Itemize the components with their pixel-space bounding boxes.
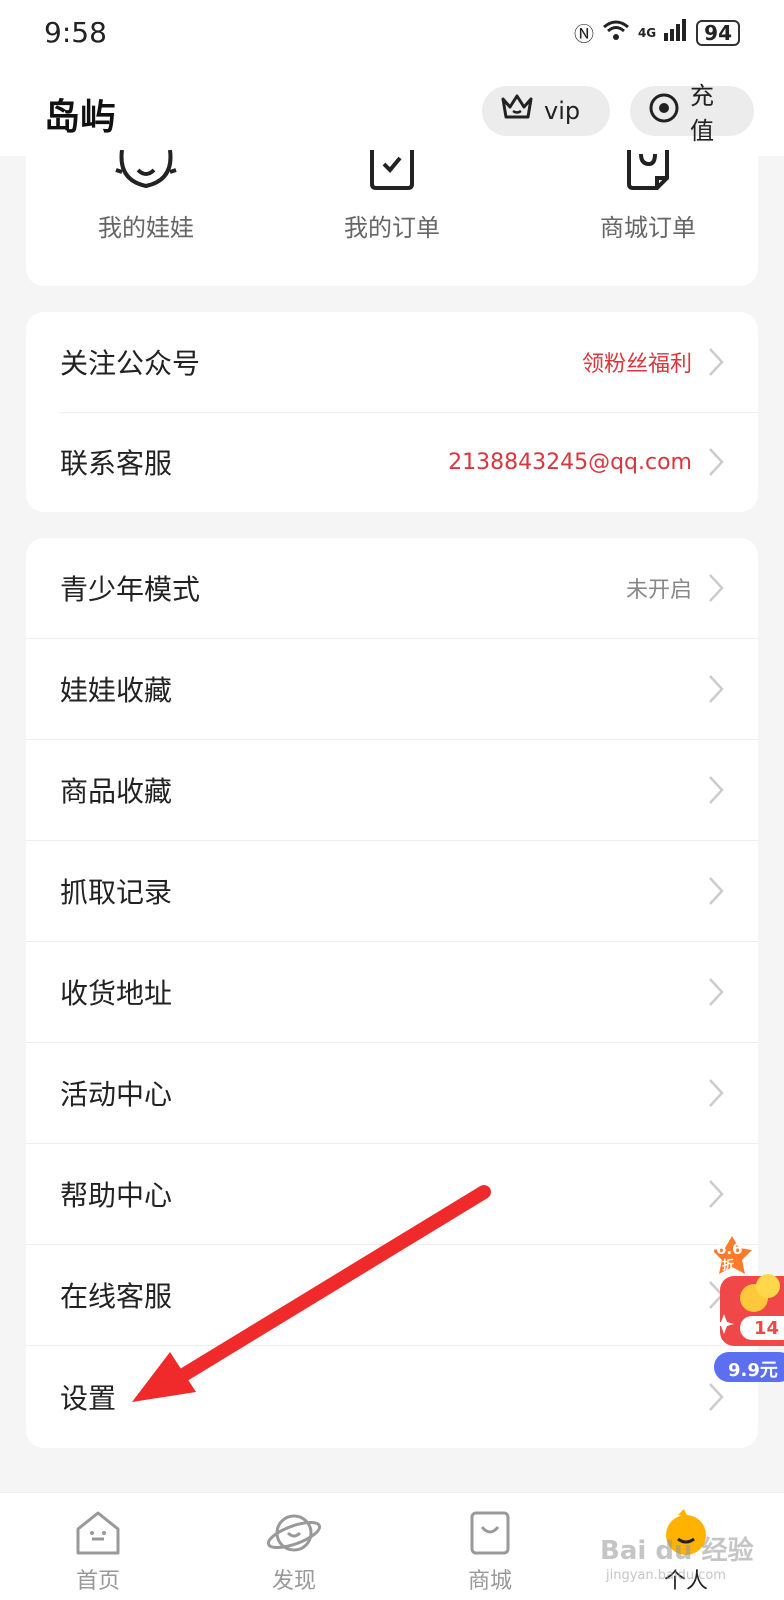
row-label: 收货地址 <box>60 977 173 1010</box>
promo-price: 9.9元 <box>728 1360 778 1381</box>
row-label: 活动中心 <box>60 1078 173 1111</box>
chevron-right-icon <box>709 574 724 602</box>
chevron-right-icon <box>709 978 724 1006</box>
crown-icon <box>500 93 534 129</box>
tab-label: 首页 <box>75 1569 120 1594</box>
contact-support-row[interactable]: 联系客服 2138843245@qq.com <box>26 412 758 512</box>
menu-item-help-center[interactable]: 帮助中心 <box>26 1144 758 1245</box>
chevron-right-icon <box>709 348 724 376</box>
quick-link-mall-orders[interactable]: 商城订单 <box>568 150 728 243</box>
chevron-right-icon <box>709 1079 724 1107</box>
recharge-label: 充值 <box>690 82 714 145</box>
row-label: 娃娃收藏 <box>60 674 173 707</box>
planet-icon <box>266 1514 322 1552</box>
status-time: 9:58 <box>44 16 107 49</box>
status-icons: Ⓝ 4G 94 <box>574 18 740 47</box>
page-title: 岛屿 <box>44 97 117 138</box>
menu-item-grab-records[interactable]: 抓取记录 <box>26 841 758 942</box>
follow-official-account-row[interactable]: 关注公众号 领粉丝福利 <box>26 312 758 412</box>
row-label: 抓取记录 <box>60 876 173 909</box>
nfc-icon: Ⓝ <box>573 22 594 46</box>
quick-links-card: 我的娃娃 我的订单 商城订单 <box>26 150 758 286</box>
quick-link-my-dolls[interactable]: 我的娃娃 <box>66 150 226 243</box>
row-label: 青少年模式 <box>60 573 201 606</box>
wifi-icon <box>602 19 630 46</box>
menu-list-card: 青少年模式 未开启 娃娃收藏 商品收藏 抓取记录 收货地址 活动中心 帮助中心 … <box>26 538 758 1448</box>
menu-item-doll-favorites[interactable]: 娃娃收藏 <box>26 639 758 740</box>
chevron-right-icon <box>709 776 724 804</box>
signal-icon <box>664 19 688 46</box>
row-label: 设置 <box>60 1381 117 1415</box>
coin-icon <box>648 92 680 130</box>
row-label: 在线客服 <box>60 1280 173 1313</box>
chevron-right-icon <box>709 877 724 905</box>
quick-link-my-orders[interactable]: 我的订单 <box>312 150 472 243</box>
shop-icon <box>470 1511 510 1555</box>
row-value: 2138843245@qq.com <box>448 449 692 475</box>
order-icon <box>370 150 414 190</box>
quick-link-label: 我的娃娃 <box>98 214 194 242</box>
tab-discover[interactable]: 发现 <box>196 1493 392 1600</box>
status-bar: 9:58 Ⓝ 4G 94 <box>0 0 784 70</box>
tab-home[interactable]: 首页 <box>0 1493 196 1600</box>
menu-item-teen-mode[interactable]: 青少年模式 未开启 <box>26 538 758 639</box>
row-value: 领粉丝福利 <box>581 352 692 377</box>
row-label: 联系客服 <box>60 447 173 480</box>
battery-indicator: 94 <box>696 19 740 46</box>
menu-item-online-support[interactable]: 在线客服 <box>26 1245 758 1346</box>
row-value: 未开启 <box>625 578 692 603</box>
watermark: Bai du 经验 <box>600 1536 754 1566</box>
menu-item-settings[interactable]: 设置 <box>26 1346 758 1447</box>
menu-item-activity-center[interactable]: 活动中心 <box>26 1043 758 1144</box>
menu-item-product-favorites[interactable]: 商品收藏 <box>26 740 758 841</box>
quick-link-label: 我的订单 <box>344 214 440 242</box>
doll-icon <box>115 150 177 189</box>
vip-label: vip <box>544 97 581 125</box>
contact-card: 关注公众号 领粉丝福利 联系客服 2138843245@qq.com <box>26 312 758 512</box>
row-label: 关注公众号 <box>60 347 201 380</box>
app-header: 岛屿 vip 充值 <box>0 70 784 156</box>
watermark-url: jingyan.baidu.com <box>606 1568 726 1583</box>
chevron-right-icon <box>709 448 724 476</box>
network-label: 4G <box>637 25 657 40</box>
chevron-right-icon <box>709 675 724 703</box>
tab-label: 发现 <box>271 1569 316 1594</box>
row-label: 商品收藏 <box>60 775 173 808</box>
promo-discount-unit: 折 <box>722 1258 735 1272</box>
promo-count: 14 <box>754 1318 780 1339</box>
chevron-right-icon <box>709 1180 724 1208</box>
home-icon <box>76 1511 120 1555</box>
floating-promo-badge[interactable]: 6.6 折 14 9.9元 <box>712 1236 784 1392</box>
mall-order-icon <box>627 150 669 190</box>
menu-item-shipping-address[interactable]: 收货地址 <box>26 942 758 1043</box>
recharge-button[interactable]: 充值 <box>630 82 754 145</box>
vip-button[interactable]: vip <box>482 86 610 136</box>
tab-shop[interactable]: 商城 <box>392 1493 588 1600</box>
quick-link-label: 商城订单 <box>600 214 696 242</box>
row-label: 帮助中心 <box>60 1179 173 1212</box>
tab-label: 商城 <box>467 1569 512 1594</box>
